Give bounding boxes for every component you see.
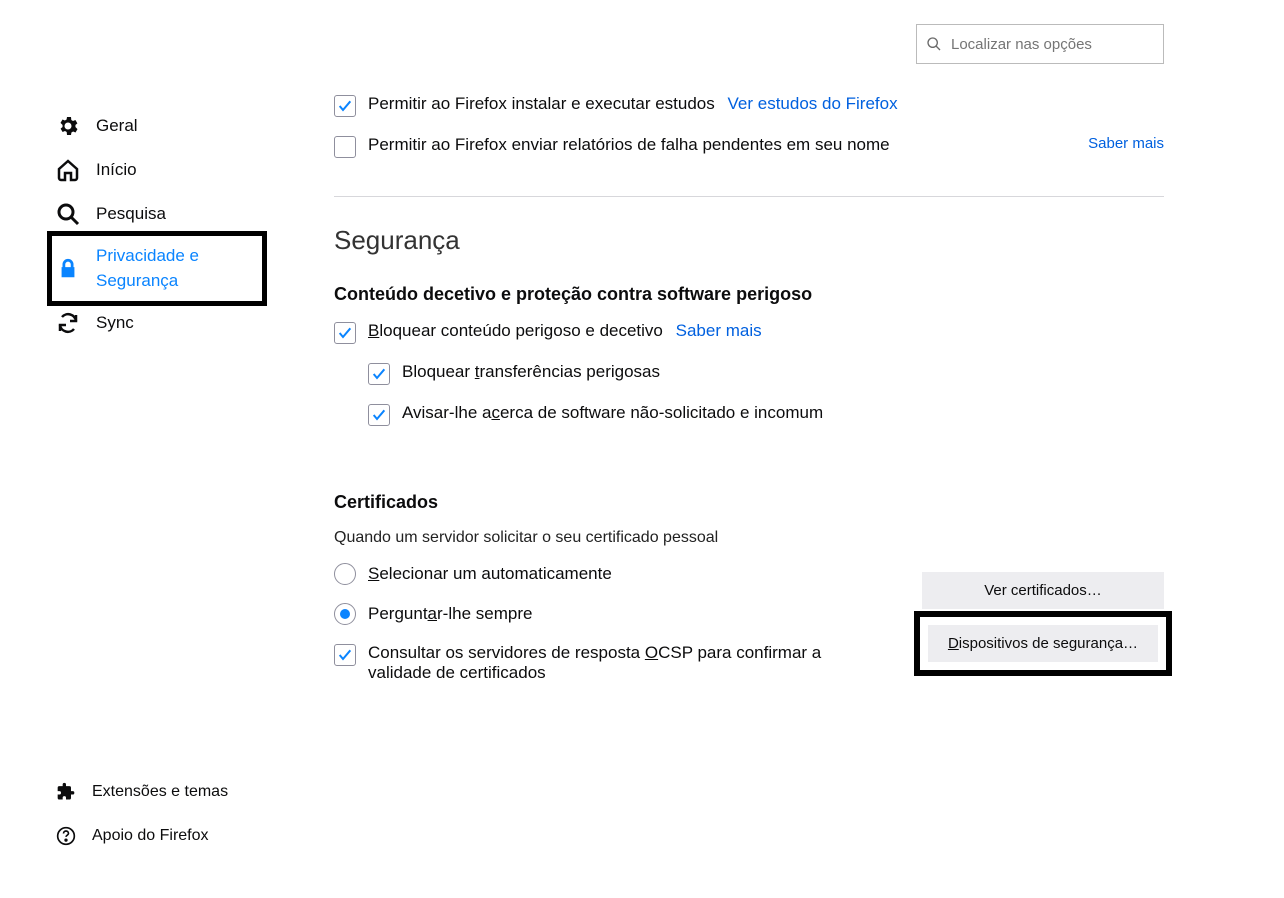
sidebar: Geral Início Pesquisa Privacidade e Segu… <box>52 104 262 345</box>
link-view-studies[interactable]: Ver estudos do Firefox <box>728 94 898 113</box>
sidebar-item-label: Geral <box>96 116 138 136</box>
gear-icon <box>56 114 80 138</box>
sidebar-item-label: Sync <box>96 313 134 333</box>
sidebar-item-privacy[interactable]: Privacidade e Segurança <box>47 231 267 306</box>
search-icon <box>926 36 942 52</box>
sidebar-item-label: Segurança <box>96 269 199 294</box>
sidebar-item-extensions[interactable]: Extensões e temas <box>52 770 282 814</box>
main-content: Permitir ao Firefox instalar e executar … <box>334 94 1164 701</box>
sidebar-item-label: Privacidade e <box>96 244 199 269</box>
sidebar-item-label: Apoio do Firefox <box>92 827 209 845</box>
option-label: Consultar os servidores de resposta OCSP… <box>368 643 834 683</box>
highlight-box: Dispositivos de segurança… <box>914 611 1172 676</box>
view-certificates-button[interactable]: Ver certificados… <box>922 572 1164 609</box>
search-container <box>916 24 1164 64</box>
checkbox-crash-reports[interactable] <box>334 136 356 158</box>
option-row-allow-studies: Permitir ao Firefox instalar e executar … <box>334 94 1164 117</box>
sidebar-item-search[interactable]: Pesquisa <box>52 192 262 236</box>
puzzle-icon <box>56 782 76 802</box>
sidebar-item-support[interactable]: Apoio do Firefox <box>52 814 282 858</box>
help-icon <box>56 826 76 846</box>
option-label: Bloquear conteúdo perigoso e decetivo Sa… <box>368 321 762 341</box>
link-learn-more[interactable]: Saber mais <box>676 321 762 340</box>
sidebar-item-label: Pesquisa <box>96 204 166 224</box>
sidebar-item-home[interactable]: Início <box>52 148 262 192</box>
option-row-warn-unwanted: Avisar-lhe acerca de software não-solici… <box>368 403 1164 426</box>
magnifier-icon <box>56 202 80 226</box>
option-label: Selecionar um automaticamente <box>368 564 612 584</box>
lock-icon <box>56 257 80 281</box>
sidebar-item-label: Início <box>96 160 137 180</box>
checkbox-block-downloads[interactable] <box>368 363 390 385</box>
sync-icon <box>56 311 80 335</box>
radio-select-auto[interactable] <box>334 563 356 585</box>
link-learn-more[interactable]: Saber mais <box>1088 135 1164 152</box>
checkbox-allow-studies[interactable] <box>334 95 356 117</box>
checkbox-ocsp[interactable] <box>334 644 356 666</box>
section-title-security: Segurança <box>334 225 1164 256</box>
option-label: Perguntar-lhe sempre <box>368 604 532 624</box>
checkbox-block-dangerous[interactable] <box>334 322 356 344</box>
home-icon <box>56 158 80 182</box>
sidebar-item-general[interactable]: Geral <box>52 104 262 148</box>
sidebar-item-sync[interactable]: Sync <box>52 301 262 345</box>
sidebar-item-label: Extensões e temas <box>92 783 228 801</box>
option-label: Permitir ao Firefox instalar e executar … <box>368 94 898 114</box>
option-row-ocsp: Consultar os servidores de resposta OCSP… <box>334 643 834 683</box>
radio-ask-always[interactable] <box>334 603 356 625</box>
subsection-deceptive: Conteúdo decetivo e proteção contra soft… <box>334 284 1164 305</box>
sidebar-footer: Extensões e temas Apoio do Firefox <box>52 770 282 858</box>
option-row-crash-reports: Permitir ao Firefox enviar relatórios de… <box>334 135 1164 158</box>
option-label: Permitir ao Firefox enviar relatórios de… <box>368 135 890 155</box>
checkbox-warn-unwanted[interactable] <box>368 404 390 426</box>
certificates-subtext: Quando um servidor solicitar o seu certi… <box>334 529 1164 547</box>
sidebar-item-label-col: Privacidade e Segurança <box>96 244 199 293</box>
security-devices-button[interactable]: Dispositivos de segurança… <box>928 625 1158 662</box>
option-label: Bloquear transferências perigosas <box>402 362 660 382</box>
option-label: Avisar-lhe acerca de software não-solici… <box>402 403 823 423</box>
option-row-block-dangerous: Bloquear conteúdo perigoso e decetivo Sa… <box>334 321 1164 344</box>
search-input[interactable] <box>916 24 1164 64</box>
certificates-buttons: Ver certificados… Dispositivos de segura… <box>922 572 1164 668</box>
divider <box>334 196 1164 197</box>
subsection-certificates: Certificados <box>334 492 1164 513</box>
option-row-block-downloads: Bloquear transferências perigosas <box>368 362 1164 385</box>
certificates-area: Certificados Quando um servidor solicita… <box>334 492 1164 683</box>
